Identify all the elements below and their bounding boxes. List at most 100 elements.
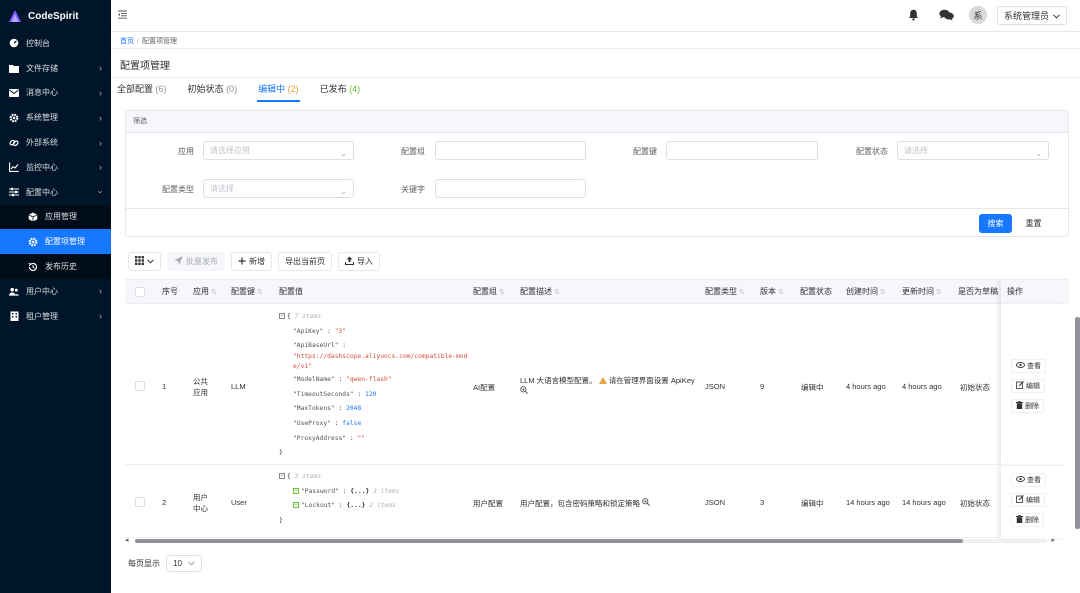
column-header[interactable]: 配置描述 ⇅ xyxy=(520,280,560,304)
scrollbar-thumb[interactable] xyxy=(135,539,963,543)
zoom-in-icon[interactable] xyxy=(520,386,528,396)
column-toggle-button[interactable] xyxy=(128,252,161,271)
gear-icon xyxy=(9,113,19,123)
keyword-input[interactable] xyxy=(435,179,586,198)
sidebar-item-external-system[interactable]: 外部系统 › xyxy=(0,130,111,155)
edit-button[interactable]: 编辑 xyxy=(1011,493,1045,507)
table-row: 1 公共应用 LLM −{ 7 items "ApiKey" : "3" "Ap… xyxy=(125,304,1069,465)
expand-toggle-icon: + xyxy=(293,502,299,509)
breadcrumb-home[interactable]: 首页 xyxy=(120,38,134,45)
folder-icon xyxy=(9,63,19,73)
row-index: 2 xyxy=(162,498,167,507)
json-viewer[interactable]: −{ 2 items + "Password" : {...} 3 items +… xyxy=(279,470,469,529)
add-button[interactable]: 新增 xyxy=(231,252,272,271)
bell-icon[interactable] xyxy=(908,9,919,23)
column-header: 序号 xyxy=(162,287,178,296)
row-checkbox[interactable] xyxy=(135,381,145,391)
sidebar-item-label: 用户中心 xyxy=(26,286,58,296)
sidebar-item-message-center[interactable]: 消息中心 › xyxy=(0,81,111,106)
import-button[interactable]: 导入 xyxy=(338,252,380,271)
column-header[interactable]: 配置类型 ⇅ xyxy=(705,280,745,304)
column-header[interactable]: 创建时间 ⇅ xyxy=(846,280,886,304)
row-draft: 初始状态 xyxy=(960,499,990,508)
upload-icon xyxy=(345,256,354,267)
view-button[interactable]: 查看 xyxy=(1011,473,1046,487)
gear-icon xyxy=(28,237,38,247)
chevron-right-icon: › xyxy=(99,87,102,98)
zoom-in-icon[interactable] xyxy=(642,498,651,508)
column-header[interactable]: 配置键 ⇅ xyxy=(231,280,263,304)
row-checkbox[interactable] xyxy=(135,497,145,507)
sidebar-item-tenant-management[interactable]: 租户管理 › xyxy=(0,304,111,329)
search-button[interactable]: 搜索 xyxy=(979,214,1012,233)
select-all-checkbox[interactable] xyxy=(135,287,145,297)
sliders-icon xyxy=(9,187,19,197)
tab-published[interactable]: 已发布 (4) xyxy=(320,84,361,102)
tab-initial-status[interactable]: 初始状态 (0) xyxy=(188,84,238,102)
sidebar-item-file-storage[interactable]: 文件存储 › xyxy=(0,56,111,81)
edit-icon xyxy=(1016,495,1024,505)
export-current-page-button[interactable]: 导出当前页 xyxy=(278,252,332,271)
column-header[interactable]: 配置组 ⇅ xyxy=(473,280,505,304)
sidebar-item-label: 租户管理 xyxy=(26,311,58,321)
mail-icon xyxy=(9,88,19,98)
column-header[interactable]: 应用 ⇅ xyxy=(193,280,217,304)
table-horizontal-scrollbar[interactable]: ◂ ▸ xyxy=(125,537,1055,545)
filter-app-label: 应用 xyxy=(178,147,194,156)
chevron-right-icon: › xyxy=(99,162,102,173)
sidebar-item-publish-history[interactable]: 发布历史 xyxy=(0,254,111,279)
sidebar-item-label: 配置中心 xyxy=(26,187,58,197)
edit-icon xyxy=(1016,381,1024,391)
column-header: 配置值 xyxy=(279,287,303,296)
page-title-bar: 配置项管理 xyxy=(111,48,1080,78)
app-logo[interactable]: CodeSpirit xyxy=(0,0,111,32)
tab-editing[interactable]: 编辑中 (2) xyxy=(257,84,300,102)
sort-icon: ⇅ xyxy=(499,289,505,296)
filter-status-label: 配置状态 xyxy=(856,147,888,156)
sidebar-item-app-management[interactable]: 应用管理 xyxy=(0,205,111,230)
chat-icon[interactable] xyxy=(939,9,954,23)
batch-publish-button[interactable]: 批量发布 xyxy=(167,252,225,271)
row-updated: 14 hours ago xyxy=(902,498,946,507)
sidebar-item-config-center[interactable]: 配置中心 › xyxy=(0,180,111,205)
trash-icon xyxy=(1016,515,1023,525)
sidebar-item-system-management[interactable]: 系统管理 › xyxy=(0,105,111,130)
filter-title: 筛选 xyxy=(126,111,1068,133)
column-header: 配置状态 xyxy=(800,287,832,296)
table-vertical-scrollbar[interactable] xyxy=(1075,307,1080,535)
avatar[interactable]: 系 xyxy=(969,6,987,24)
table-row: 2 用户中心 User −{ 2 items + "Password" : {..… xyxy=(125,466,1069,538)
sidebar-item-dashboard[interactable]: 控制台 xyxy=(0,31,111,56)
delete-button[interactable]: 删除 xyxy=(1011,399,1044,413)
sidebar-item-monitoring[interactable]: 监控中心 › xyxy=(0,155,111,180)
column-header[interactable]: 版本 ⇅ xyxy=(760,280,784,304)
page-size-select[interactable]: 10 xyxy=(166,555,202,572)
config-key-input[interactable] xyxy=(666,141,818,160)
config-status-select[interactable]: 请选择 ⌄ xyxy=(897,141,1049,160)
sidebar-item-config-items[interactable]: 配置项管理 xyxy=(0,229,111,255)
chevron-right-icon: › xyxy=(99,311,102,322)
row-updated: 4 hours ago xyxy=(902,382,942,391)
reset-button[interactable]: 重置 xyxy=(1017,214,1050,233)
config-type-select[interactable]: 请选择 ⌄ xyxy=(203,179,354,198)
building-icon xyxy=(9,311,19,322)
chevron-right-icon: › xyxy=(99,286,102,297)
user-menu-dropdown[interactable]: 系统管理员 xyxy=(997,6,1068,25)
scrollbar-thumb[interactable] xyxy=(1075,317,1080,529)
column-header[interactable]: 更新时间 ⇅ xyxy=(902,280,942,304)
expand-toggle-icon: + xyxy=(293,487,299,494)
breadcrumb-current: 配置项管理 xyxy=(141,38,177,45)
config-group-input[interactable] xyxy=(435,141,586,160)
trash-icon xyxy=(1016,401,1023,411)
sidebar-item-user-center[interactable]: 用户中心 › xyxy=(0,279,111,304)
tab-all-configs[interactable]: 全部配置 (6) xyxy=(117,84,167,102)
view-button[interactable]: 查看 xyxy=(1011,359,1046,373)
json-viewer[interactable]: −{ 7 items "ApiKey" : "3" "ApiBaseUrl" :… xyxy=(279,310,469,461)
delete-button[interactable]: 删除 xyxy=(1011,513,1044,527)
scroll-right-icon[interactable]: ▸ xyxy=(1051,536,1055,544)
app-select[interactable]: 请选择应用 ⌄ xyxy=(203,141,354,160)
menu-collapse-icon[interactable] xyxy=(118,10,127,21)
chevron-right-icon: › xyxy=(99,112,102,123)
scroll-left-icon[interactable]: ◂ xyxy=(125,536,129,544)
edit-button[interactable]: 编辑 xyxy=(1011,379,1045,393)
